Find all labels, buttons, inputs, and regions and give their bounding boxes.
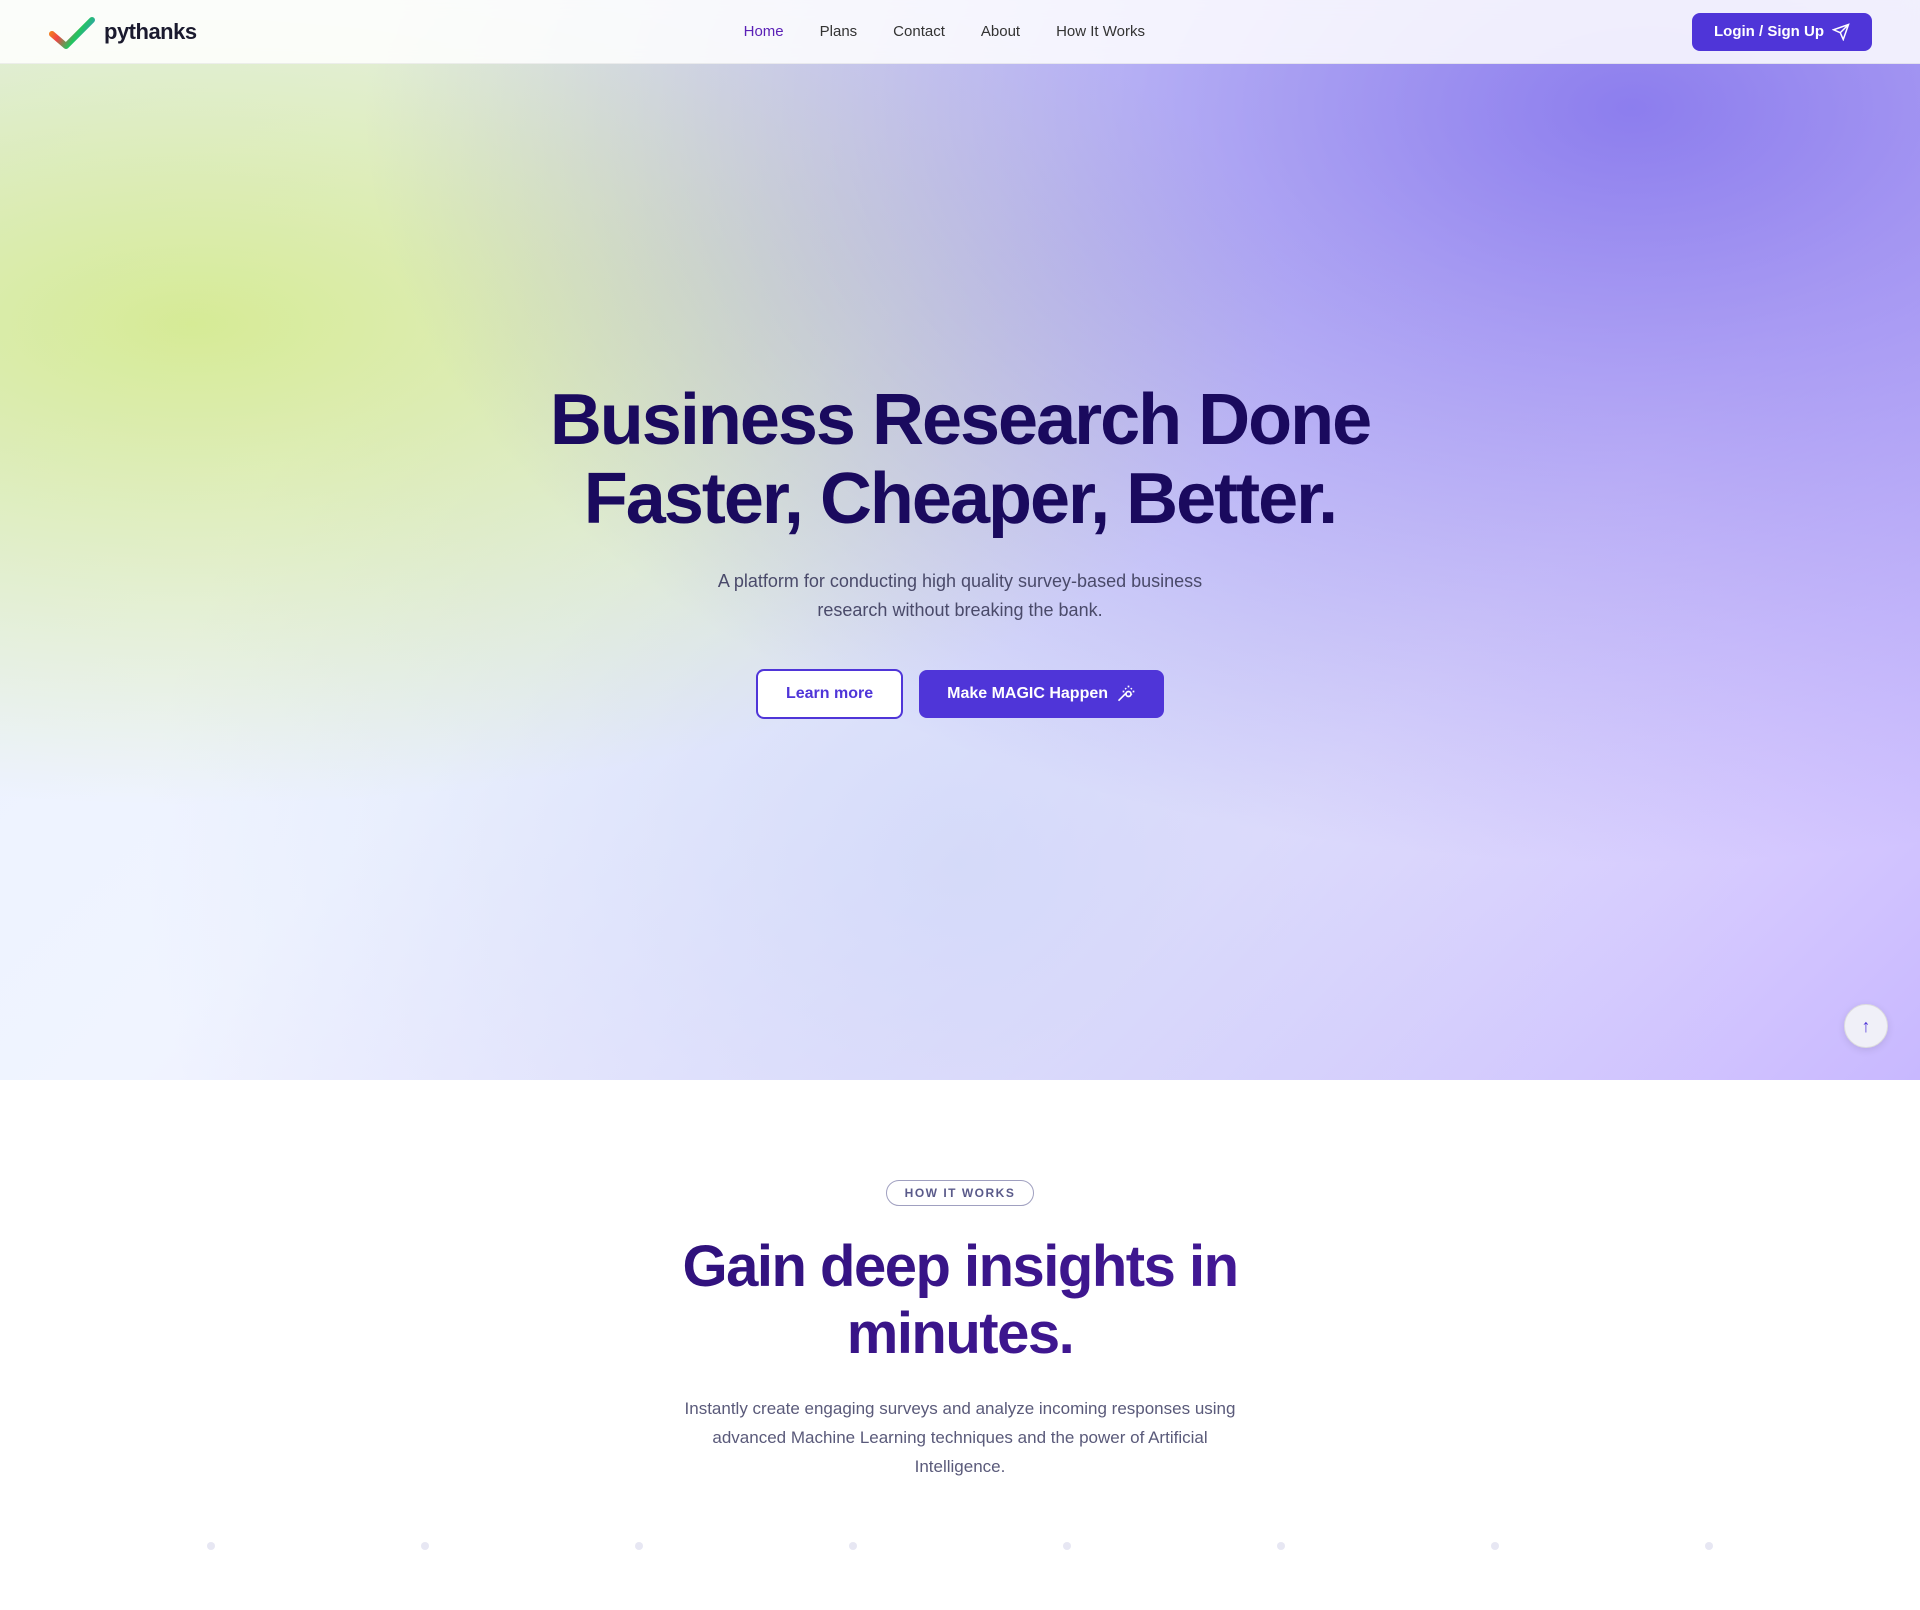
nav-link-about[interactable]: About [981, 23, 1020, 40]
nav-link-plans[interactable]: Plans [820, 23, 858, 40]
nav-link-home[interactable]: Home [744, 23, 784, 40]
make-magic-button[interactable]: Make MAGIC Happen [919, 670, 1164, 718]
magic-icon [1116, 684, 1136, 704]
navbar: pythanks Home Plans Contact About How It… [0, 0, 1920, 64]
logo-text: pythanks [104, 19, 197, 45]
logo-link[interactable]: pythanks [48, 12, 197, 52]
dot-6 [1277, 1542, 1285, 1550]
nav-links: Home Plans Contact About How It Works [744, 23, 1145, 40]
dot-3 [635, 1542, 643, 1550]
logo-icon [48, 12, 96, 52]
decorative-dots [24, 1482, 1896, 1550]
hero-title: Business Research Done Faster, Cheaper, … [550, 381, 1370, 539]
dot-2 [421, 1542, 429, 1550]
hero-buttons: Learn more Make MAGIC Happen [756, 669, 1164, 719]
dot-4 [849, 1542, 857, 1550]
section-title: Gain deep insights in minutes. [24, 1234, 1896, 1367]
section-description: Instantly create engaging surveys and an… [680, 1395, 1240, 1482]
hero-section: Business Research Done Faster, Cheaper, … [0, 0, 1920, 1080]
login-icon [1832, 23, 1850, 41]
login-signup-button[interactable]: Login / Sign Up [1692, 13, 1872, 51]
how-it-works-section: HOW IT WORKS Gain deep insights in minut… [0, 1080, 1920, 1610]
nav-link-how-it-works[interactable]: How It Works [1056, 23, 1145, 40]
scroll-to-top-button[interactable]: ↑ [1844, 1004, 1888, 1048]
dot-1 [207, 1542, 215, 1550]
learn-more-button[interactable]: Learn more [756, 669, 903, 719]
nav-link-contact[interactable]: Contact [893, 23, 945, 40]
section-badge: HOW IT WORKS [886, 1180, 1035, 1206]
dot-5 [1063, 1542, 1071, 1550]
dot-7 [1491, 1542, 1499, 1550]
dot-8 [1705, 1542, 1713, 1550]
hero-subtitle: A platform for conducting high quality s… [710, 567, 1210, 625]
